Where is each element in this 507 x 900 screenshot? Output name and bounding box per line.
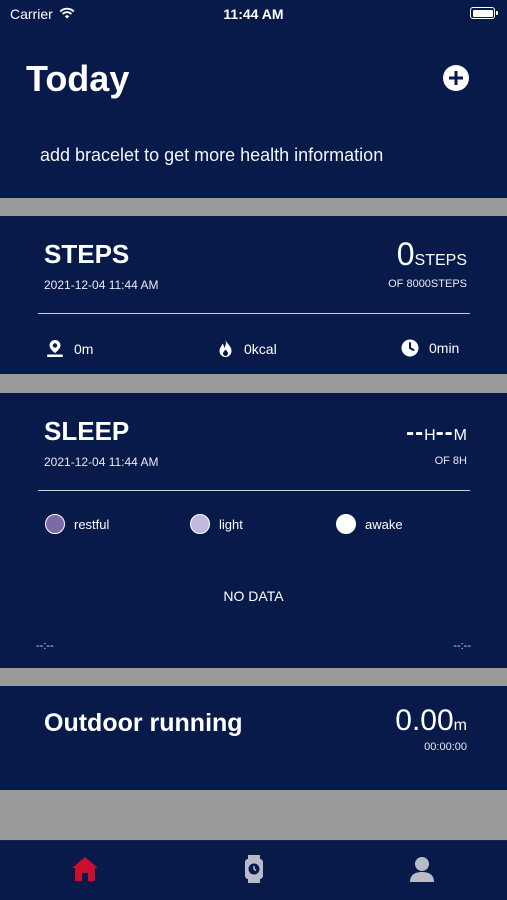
section-divider: [0, 374, 507, 393]
no-data-label: NO DATA: [223, 588, 284, 604]
sleep-hours: --: [406, 419, 425, 446]
plus-circle-icon[interactable]: [443, 65, 469, 91]
restful-dot: [45, 514, 65, 534]
sleep-start-time: --:--: [36, 640, 54, 652]
legend-light: light: [190, 514, 243, 534]
header: Today add bracelet to get more health in…: [0, 28, 507, 198]
legend-awake: awake: [336, 514, 403, 534]
profile-icon: [408, 855, 436, 888]
legend-label: restful: [74, 516, 110, 532]
steps-date: 2021-12-04 11:44 AM: [44, 278, 159, 292]
sleep-minutes: --: [435, 419, 454, 446]
section-divider: [0, 668, 507, 686]
sleep-hours-unit: H: [424, 427, 436, 444]
awake-dot: [336, 514, 356, 534]
status-bar: Carrier 11:44 AM: [0, 0, 507, 28]
watch-icon: [243, 854, 265, 889]
add-bracelet-banner[interactable]: add bracelet to get more health informat…: [40, 145, 383, 166]
clock-icon: [401, 339, 419, 357]
active-time-value: 0min: [429, 340, 460, 356]
distance-value: 0m: [74, 340, 94, 357]
running-title: Outdoor running: [44, 709, 243, 737]
page-title: Today: [26, 58, 130, 99]
sleep-date: 2021-12-04 11:44 AM: [44, 455, 159, 469]
section-divider: [0, 198, 507, 216]
light-dot: [190, 514, 210, 534]
sleep-minutes-unit: M: [453, 427, 467, 444]
legend-label: awake: [365, 516, 403, 532]
sleep-goal: OF 8H: [434, 455, 467, 467]
calories-value: 0kcal: [244, 340, 277, 357]
calories-metric: 0kcal: [217, 339, 277, 358]
flame-icon: [217, 339, 234, 358]
home-icon: [70, 855, 100, 888]
running-unit: m: [453, 717, 467, 734]
running-distance: 0.00: [395, 704, 454, 737]
bottom-spacer: [0, 790, 507, 840]
running-duration: 00:00:00: [424, 741, 467, 753]
status-time: 11:44 AM: [223, 6, 284, 22]
sleep-divider: [38, 490, 470, 491]
steps-title: STEPS: [44, 239, 130, 269]
running-value: 0.00m: [395, 704, 467, 738]
tab-bar: [0, 840, 507, 900]
sleep-card[interactable]: SLEEP 2021-12-04 11:44 AM --H--M OF 8H r…: [0, 393, 507, 668]
tab-profile[interactable]: [406, 855, 438, 887]
steps-card[interactable]: STEPS 2021-12-04 11:44 AM 0STEPS OF 8000…: [0, 216, 507, 374]
sleep-title: SLEEP: [44, 416, 130, 446]
distance-metric: 0m: [46, 339, 93, 358]
legend-label: light: [219, 516, 243, 532]
tab-device[interactable]: [238, 854, 270, 889]
active-time-metric: 0min: [401, 339, 459, 357]
steps-divider: [38, 313, 470, 314]
steps-value: 0STEPS: [397, 236, 467, 273]
steps-unit: STEPS: [414, 252, 467, 269]
steps-goal: OF 8000STEPS: [388, 278, 467, 290]
steps-count: 0: [396, 236, 415, 272]
location-pin-icon: [46, 339, 64, 358]
running-card[interactable]: Outdoor running 0.00m 00:00:00: [0, 686, 507, 790]
sleep-end-time: --:--: [453, 640, 471, 652]
tab-home[interactable]: [69, 855, 101, 887]
legend-restful: restful: [45, 514, 109, 534]
battery-icon: [470, 7, 498, 19]
sleep-value: --H--M: [406, 419, 467, 447]
